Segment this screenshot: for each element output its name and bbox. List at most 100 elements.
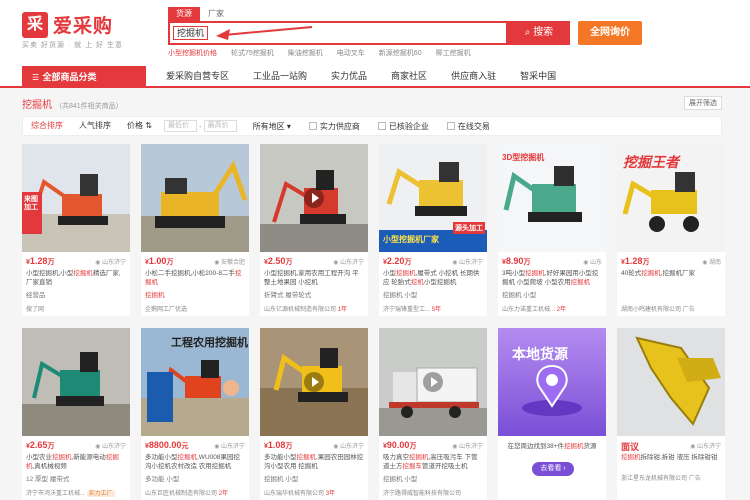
price-min-input[interactable]: 最低价 xyxy=(163,120,197,132)
product-image[interactable]: 来图加工 xyxy=(22,144,130,252)
checkbox[interactable] xyxy=(377,122,386,130)
product-image[interactable]: 挖掘王者 xyxy=(617,144,725,252)
product-desc[interactable]: 吸力真空挖掘机,高压吸污车 下管道土方挖掘车管道开挖吸土机 xyxy=(383,453,483,471)
product-card[interactable]: 3D型挖掘机 ¥8.90万 ◉ 山东 3吨小型挖掘机,好好果园用小型挖掘机 小型… xyxy=(498,144,606,316)
product-desc[interactable]: 多功能小型挖掘机,果园农田园林挖沟小型农用 挖掘机 xyxy=(264,453,364,471)
expand-filter-button[interactable]: 展开筛选 xyxy=(684,96,722,110)
header: 采 爱采购 买卖 好货源 · 就 上 好 生意 货源 厂家 挖掘机 ⌕ 搜索 全… xyxy=(0,0,750,66)
product-card[interactable]: ¥2.50万 ◉ 山东济宁 小型挖掘机,家用农用工程开沟 平整土地果园 小挖机 … xyxy=(260,144,368,316)
sort-price[interactable]: 价格 ⇅ xyxy=(119,116,160,136)
product-desc[interactable]: 小型挖掘机,小型挖掘机精选厂家,厂家直销 xyxy=(26,269,126,287)
product-card[interactable]: 工程农用挖掘机 ¥8800.00元 ◉ 山东济宁 多功能小型挖掘机,WU008果… xyxy=(141,328,249,500)
product-desc[interactable]: 小型农业挖掘机,新能源电动挖掘机,真机械视频 xyxy=(26,453,126,471)
nav-item[interactable]: 实力优品 xyxy=(331,66,367,86)
go-see-button[interactable]: 去看看 › xyxy=(532,462,574,476)
play-icon[interactable] xyxy=(304,372,324,392)
search-input[interactable]: 挖掘机 xyxy=(173,26,209,40)
price-row: ¥90.00万 ◉ 山东济宁 xyxy=(383,440,483,452)
logo-icon[interactable]: 采 xyxy=(22,12,48,38)
hot-word[interactable]: 电动叉车 xyxy=(337,48,365,58)
product-image[interactable] xyxy=(260,144,368,252)
product-card[interactable]: 来图加工 ¥1.28万 ◉ 山东济宁 小型挖掘机,小型挖掘机精选厂家,厂家直销 … xyxy=(22,144,130,316)
company-name[interactable]: 山东瑞华机械有限公司 3年 xyxy=(264,488,364,497)
tab-factory[interactable]: 厂家 xyxy=(200,7,232,21)
sort-price-label: 价格 xyxy=(127,121,143,130)
product-card[interactable]: ¥2.65万 ◉ 山东济宁 小型农业挖掘机,新能源电动挖掘机,真机械视频 12 … xyxy=(22,328,130,500)
product-desc[interactable]: 小型挖掘机,履带式 小挖机 长期供应 轮胎式挖机小型挖掘机 xyxy=(383,269,483,287)
hot-word[interactable]: 柳工挖掘机 xyxy=(436,48,471,58)
product-desc[interactable]: 多功能小型挖掘机,WU008果园挖沟小挖机农村改造 农用挖掘机 xyxy=(145,453,245,471)
sort-default[interactable]: 综合排序 xyxy=(23,116,71,136)
checkbox[interactable] xyxy=(446,122,455,130)
product-desc[interactable]: 3吨小型挖掘机,好好果园用小型挖掘机 小型爬坡 小型农用挖掘机 xyxy=(502,269,602,287)
company-name[interactable]: 山东巨匠机械制造有限公司 2年 xyxy=(145,488,245,497)
product-image[interactable] xyxy=(260,328,368,436)
crumb-keyword[interactable]: 挖掘机 xyxy=(22,100,52,111)
product-card[interactable]: ¥1.00万 ◉ 安徽合肥 小松二手挖掘机,小松200-8二手挖掘机 挖掘机 企… xyxy=(141,144,249,316)
hot-word[interactable]: 小型挖掘机价格 xyxy=(168,48,217,58)
product-desc[interactable]: 40轮式挖掘机,挖掘机厂家 xyxy=(621,269,721,287)
product-card[interactable]: 面议 ◉ 山东济宁 挖掘机拆除钳,拆钳 液压 拆除钳钳 浙江星东龙机械有限公司 … xyxy=(617,328,725,500)
tab-goods[interactable]: 货源 xyxy=(168,7,200,21)
product-price: 面议 xyxy=(621,442,640,452)
region-select[interactable]: 所有地区 ▾ xyxy=(253,121,291,132)
product-desc[interactable]: 小型挖掘机,家用农用工程开沟 平整土地果园 小挖机 xyxy=(264,269,364,287)
checkbox[interactable] xyxy=(308,122,317,130)
product-card[interactable]: ¥90.00万 ◉ 山东济宁 吸力真空挖掘机,高压吸污车 下管道土方挖掘车管道开… xyxy=(379,328,487,500)
check-strong-supplier[interactable]: 实力供应商 xyxy=(308,121,360,132)
local-supply-card[interactable]: 本地货源 在您周边找到38+件挖掘机货源 去看看 › xyxy=(498,328,606,500)
company-name[interactable]: 湖南小鸣建机有限公司 广告 xyxy=(621,304,721,313)
company-name[interactable]: 济宁路得威智能科技有限公司 xyxy=(383,488,483,497)
product-price: ¥8.90万 xyxy=(502,256,531,266)
product-tags: 挖掘机 xyxy=(145,292,165,299)
product-image[interactable] xyxy=(617,328,725,436)
hot-word[interactable]: 柴油挖掘机 xyxy=(288,48,323,58)
product-image[interactable] xyxy=(22,328,130,436)
nav-item[interactable]: 工业品一站购 xyxy=(253,66,307,86)
company-name[interactable]: 企鹅网工厂优选 xyxy=(145,304,245,313)
product-image[interactable] xyxy=(141,144,249,252)
hot-word[interactable]: 新源挖掘机60 xyxy=(379,48,422,58)
search-button[interactable]: ⌕ 搜索 xyxy=(508,21,570,45)
company-name[interactable]: 浙江星东龙机械有限公司 广告 xyxy=(621,473,721,482)
product-tags: 挖掘机 小型 xyxy=(383,476,418,483)
product-card[interactable]: 小型挖掘机厂家 源头加工 ¥2.20万 ◉ 山东济宁 小型挖掘机,履带式 小挖机… xyxy=(379,144,487,316)
product-card[interactable]: ¥1.08万 ◉ 山东济宁 多功能小型挖掘机,果园农田园林挖沟小型农用 挖掘机 … xyxy=(260,328,368,500)
price-row: ¥1.28万 ◉ 湖南 xyxy=(621,256,721,268)
nav-item[interactable]: 智采中国 xyxy=(520,66,556,86)
check-online-trade[interactable]: 在线交易 xyxy=(446,121,490,132)
check-verified[interactable]: 已核验企业 xyxy=(377,121,429,132)
promo-image[interactable]: 本地货源 xyxy=(498,328,606,436)
nav-item[interactable]: 商家社区 xyxy=(391,66,427,86)
nav-item[interactable]: 供应商入驻 xyxy=(451,66,496,86)
company-name[interactable]: 山东亿源机械制造有限公司 1年 xyxy=(264,304,364,313)
price-max-input[interactable]: 最高价 xyxy=(203,120,237,132)
brand-name[interactable]: 爱采购 xyxy=(53,11,113,38)
filter-bar: 综合排序 人气排序 价格 ⇅ 最低价 - 最高价 所有地区 ▾ 实力供应商 已核… xyxy=(22,116,722,136)
product-card[interactable]: 挖掘王者 ¥1.28万 ◉ 湖南 40轮式挖掘机,挖掘机厂家 湖南小鸣建机有限公… xyxy=(617,144,725,316)
product-image[interactable]: 小型挖掘机厂家 源头加工 xyxy=(379,144,487,252)
product-tags: 挖掘机 小型 xyxy=(264,476,299,483)
nav-item[interactable]: 爱采购自营专区 xyxy=(166,66,229,86)
hot-word[interactable]: 轮式75挖掘机 xyxy=(231,48,274,58)
company-name[interactable]: 山东力诺重工机械... 2年 xyxy=(502,304,602,313)
company-name[interactable]: 济宁瑞锋重型工... 5年 xyxy=(383,304,483,313)
product-desc[interactable]: 挖掘机拆除钳,拆钳 液压 拆除钳钳 xyxy=(621,453,721,471)
product-image[interactable] xyxy=(379,328,487,436)
all-categories-button[interactable]: ☰ 全部商品分类 xyxy=(22,66,146,88)
product-image[interactable]: 3D型挖掘机 xyxy=(498,144,606,252)
play-icon[interactable] xyxy=(423,372,443,392)
product-price: ¥2.20万 xyxy=(383,256,412,266)
overlay-badge: 源头加工 xyxy=(453,222,485,234)
product-image[interactable]: 工程农用挖掘机 xyxy=(141,328,249,436)
price-row: ¥1.08万 ◉ 山东济宁 xyxy=(264,440,364,452)
sort-popularity[interactable]: 人气排序 xyxy=(71,116,119,136)
company-name[interactable]: 搜了网 xyxy=(26,304,126,313)
product-desc[interactable]: 小松二手挖掘机,小松200-8二手挖掘机 xyxy=(145,269,245,287)
company-name[interactable]: 济宁市鸿沃重工机械... 实力工厂 xyxy=(26,488,126,497)
inquiry-button[interactable]: 全网询价 xyxy=(578,21,642,45)
product-location: ◉ 山东济宁 xyxy=(95,444,126,450)
product-location: ◉ 山东 xyxy=(583,260,602,266)
product-price: ¥8800.00元 xyxy=(145,440,189,450)
play-icon[interactable] xyxy=(304,188,324,208)
